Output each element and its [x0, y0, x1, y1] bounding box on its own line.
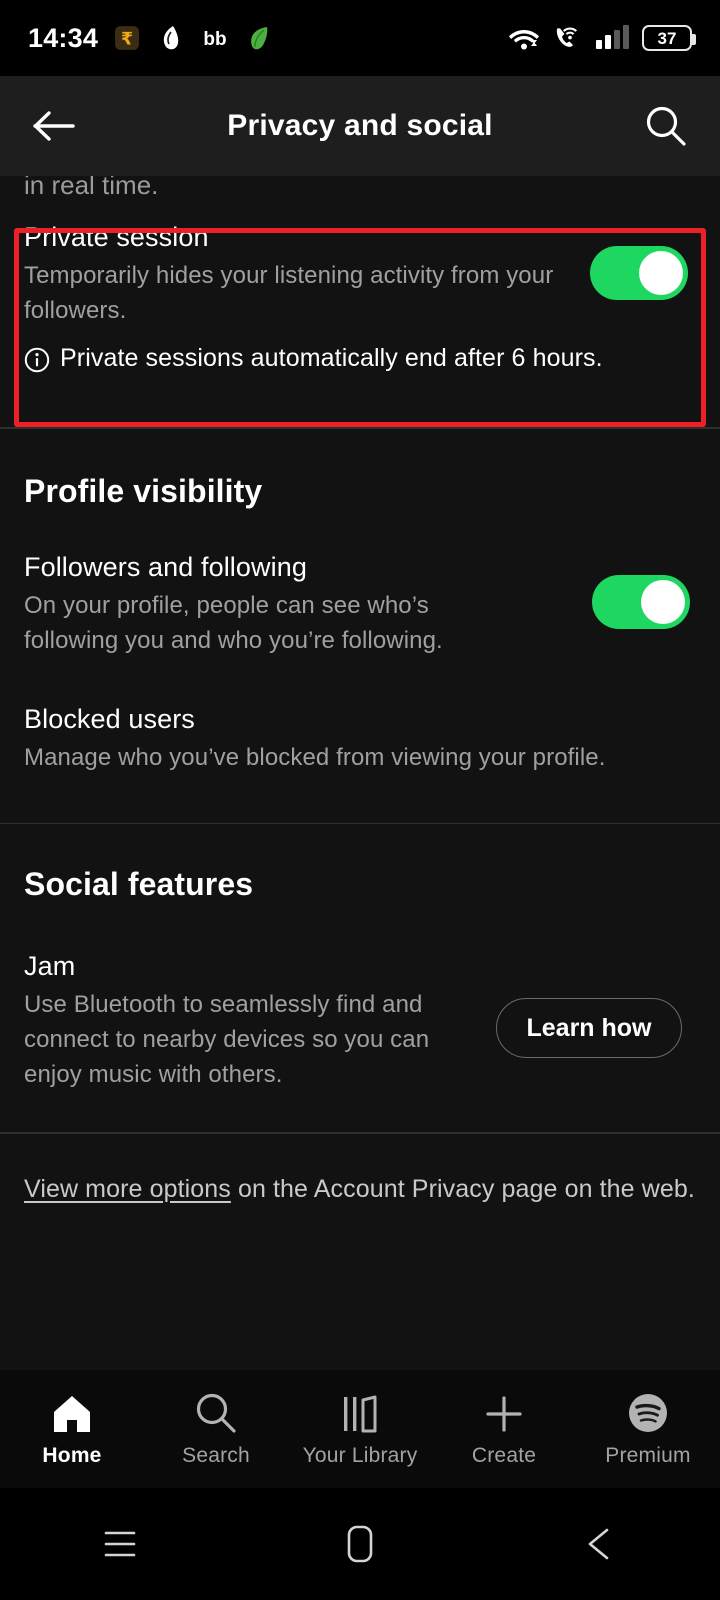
social-features-heading: Social features [24, 866, 254, 902]
tab-home[interactable]: Home [0, 1391, 144, 1468]
spotify-icon [626, 1391, 670, 1435]
followers-following-title: Followers and following [24, 551, 307, 582]
search-icon [194, 1391, 238, 1435]
search-icon[interactable] [638, 98, 694, 154]
phone-screen: 14:34 ₹ bb 37 Privacy and social in real… [0, 0, 720, 1600]
home-square-icon[interactable] [240, 1522, 480, 1566]
footer-note: View more options on the Account Privacy… [0, 1170, 720, 1208]
status-bar-right: 37 [509, 23, 696, 53]
followers-following-description: On your profile, people can see who’s fo… [24, 591, 443, 654]
svg-text:bb: bb [203, 29, 226, 50]
learn-how-button[interactable]: Learn how [496, 998, 682, 1058]
cellular-signal-icon [595, 23, 629, 53]
home-icon [50, 1391, 94, 1435]
bottom-tab-bar: Home Search Your Library Create Premium [0, 1370, 720, 1488]
toggle-knob [641, 579, 685, 624]
back-arrow-icon[interactable] [26, 98, 82, 154]
tab-search[interactable]: Search [144, 1391, 288, 1468]
battery-indicator: 37 [642, 25, 696, 51]
info-icon [24, 347, 50, 380]
back-triangle-icon[interactable] [480, 1524, 720, 1564]
blocked-users-title: Blocked users [24, 703, 195, 734]
battery-percent: 37 [657, 28, 677, 48]
app-bar: Privacy and social [0, 76, 720, 176]
thread-app-icon [156, 23, 186, 53]
recents-icon[interactable] [0, 1527, 240, 1561]
settings-scroll-area[interactable]: in real time. Private session Temporaril… [0, 176, 720, 1388]
jam-title: Jam [24, 951, 76, 981]
private-session-title: Private session [24, 222, 209, 252]
footer-rest-text: on the Account Privacy page on the web. [230, 1174, 695, 1203]
call-wifi-icon [552, 23, 582, 53]
toggle-knob [639, 251, 683, 295]
view-more-options-link[interactable]: View more options [24, 1175, 231, 1203]
private-session-row[interactable]: Private session Temporarily hides your l… [0, 222, 720, 402]
tab-create-label: Create [471, 1443, 537, 1467]
private-session-description: Temporarily hides your listening activit… [24, 262, 554, 324]
jam-row[interactable]: Jam Use Bluetooth to seamlessly find and… [0, 951, 720, 1126]
followers-following-row[interactable]: Followers and following On your profile,… [0, 552, 720, 658]
private-session-toggle[interactable] [590, 246, 688, 300]
tab-your-library[interactable]: Your Library [288, 1391, 432, 1468]
section-divider [0, 1132, 720, 1134]
learn-how-label: Learn how [526, 1013, 652, 1042]
profile-visibility-heading: Profile visibility [24, 472, 263, 509]
tab-search-label: Search [182, 1443, 250, 1467]
status-bar: 14:34 ₹ bb 37 [0, 0, 720, 76]
bb-app-icon: bb [200, 23, 230, 53]
status-bar-left: 14:34 ₹ bb [28, 23, 274, 54]
svg-text:₹: ₹ [121, 30, 133, 50]
tab-create[interactable]: Create [432, 1391, 576, 1468]
rupee-payment-icon: ₹ [112, 23, 142, 53]
tab-premium[interactable]: Premium [576, 1391, 720, 1468]
library-icon [337, 1391, 383, 1435]
jam-description: Use Bluetooth to seamlessly find and con… [24, 991, 430, 1088]
section-divider [0, 822, 720, 824]
system-navigation-bar [0, 1488, 720, 1600]
blocked-users-description: Manage who you’ve blocked from viewing y… [24, 743, 606, 771]
private-session-note: Private sessions automatically end after… [24, 344, 696, 380]
clipped-previous-description: in real time. [24, 176, 159, 200]
leaf-app-icon [244, 23, 274, 53]
plus-icon [482, 1391, 526, 1435]
followers-following-toggle[interactable] [592, 574, 690, 629]
page-title: Privacy and social [227, 109, 493, 142]
tab-premium-label: Premium [605, 1443, 691, 1467]
wifi-icon [509, 23, 539, 53]
tab-home-label: Home [42, 1443, 102, 1467]
tab-your-library-label: Your Library [302, 1443, 418, 1467]
private-session-note-text: Private sessions automatically end after… [60, 344, 603, 372]
status-bar-clock: 14:34 [28, 22, 99, 53]
blocked-users-row[interactable]: Blocked users Manage who you’ve blocked … [0, 704, 720, 805]
section-divider [0, 427, 720, 429]
